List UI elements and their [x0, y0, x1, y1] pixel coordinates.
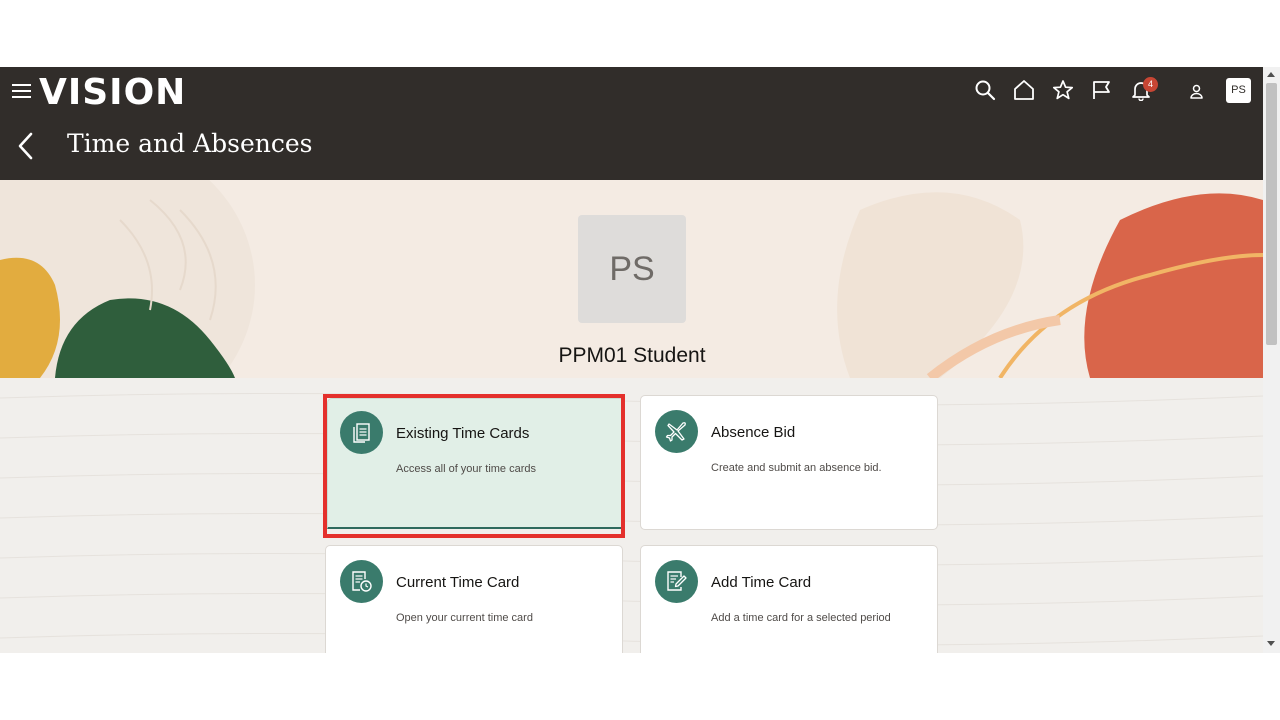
timecard-clock-icon — [340, 560, 383, 603]
home-icon[interactable] — [1013, 79, 1035, 101]
texture-background — [0, 392, 1263, 646]
airplane-icon — [655, 410, 698, 453]
flag-icon[interactable] — [1091, 79, 1113, 101]
card-title: Existing Time Cards — [396, 425, 530, 442]
card-description: Open your current time card — [396, 612, 533, 624]
card-description: Create and submit an absence bid. — [711, 462, 882, 474]
springboard-area: Existing Time Cards Access all of your t… — [0, 378, 1263, 653]
vertical-scrollbar[interactable] — [1263, 67, 1280, 653]
page-title: Time and Absences — [67, 129, 313, 158]
card-title: Add Time Card — [711, 574, 812, 591]
document-edit-icon — [655, 560, 698, 603]
existing-time-cards-card[interactable]: Existing Time Cards Access all of your t… — [327, 398, 625, 529]
card-title: Absence Bid — [711, 424, 796, 441]
card-title: Current Time Card — [396, 574, 520, 591]
current-time-card-card[interactable]: Current Time Card Open your current time… — [325, 545, 623, 653]
search-icon[interactable] — [974, 79, 996, 101]
absence-bid-card[interactable]: Absence Bid Create and submit an absence… — [640, 395, 938, 530]
notification-count-badge: 4 — [1143, 77, 1158, 92]
profile-name: PPM01 Student — [558, 344, 706, 367]
card-description: Access all of your time cards — [396, 463, 536, 475]
app-frame: VISION 4 PS Time and Absences PS PPM01 S… — [0, 67, 1280, 653]
hamburger-menu-icon[interactable] — [12, 84, 31, 98]
global-header: VISION 4 PS Time and Absences — [0, 67, 1263, 180]
scrollbar-thumb[interactable] — [1266, 83, 1277, 345]
documents-icon — [340, 411, 383, 454]
user-avatar[interactable]: PS — [1226, 78, 1251, 103]
back-arrow-icon[interactable] — [16, 131, 36, 161]
vision-logo[interactable]: VISION — [39, 71, 186, 115]
favorites-star-icon[interactable] — [1052, 79, 1074, 101]
card-description: Add a time card for a selected period — [711, 612, 891, 624]
scroll-down-arrow-icon[interactable] — [1267, 641, 1275, 646]
user-icon[interactable] — [1188, 83, 1205, 100]
profile-avatar[interactable]: PS — [578, 215, 686, 323]
scroll-up-arrow-icon[interactable] — [1267, 72, 1275, 77]
add-time-card-card[interactable]: Add Time Card Add a time card for a sele… — [640, 545, 938, 653]
